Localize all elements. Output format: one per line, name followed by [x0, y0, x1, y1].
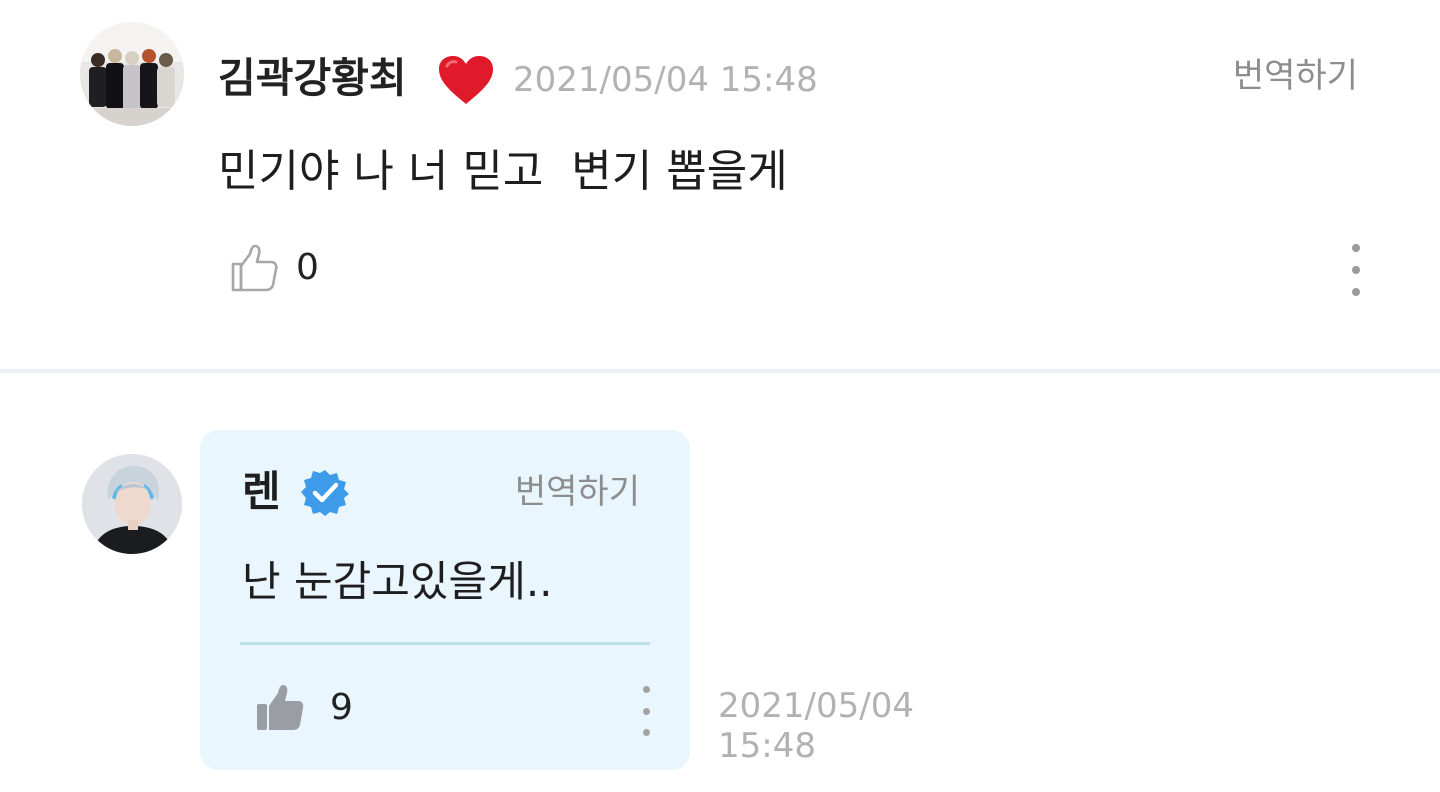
like-button[interactable]: 9 [254, 682, 353, 734]
reply-time: 15:48 [718, 726, 816, 766]
reply-divider [240, 642, 650, 645]
vertical-ellipsis-icon [642, 686, 650, 693]
reply-author-avatar[interactable] [82, 454, 182, 554]
vertical-ellipsis-icon [642, 729, 650, 736]
like-count: 0 [296, 247, 319, 288]
divider [0, 369, 1440, 373]
reply-card: 렌 번역하기 난 눈감고있을게.. 9 [200, 430, 690, 770]
comment-text: 민기야 나 너 믿고 변기 뽑을게 [218, 146, 788, 197]
like-button[interactable]: 0 [228, 242, 319, 294]
avatar-image [80, 22, 184, 126]
user-avatar[interactable] [80, 22, 184, 126]
reply-text: 난 눈감고있을게.. [242, 557, 553, 606]
translate-button[interactable]: 번역하기 [1233, 54, 1358, 98]
vertical-ellipsis-icon [1352, 266, 1360, 274]
more-options-button[interactable] [634, 686, 658, 736]
comment-timestamp: 2021/05/04 15:48 [513, 60, 818, 100]
red-heart-icon [439, 56, 493, 104]
thumbs-up-outline-icon [231, 244, 278, 292]
more-options-button[interactable] [1344, 244, 1368, 296]
like-count: 9 [330, 687, 353, 728]
comment-author-name[interactable]: 김곽강황최 [218, 50, 407, 106]
vertical-ellipsis-icon [642, 707, 650, 715]
vertical-ellipsis-icon [1352, 288, 1360, 296]
comment-thread: 김곽강황최 2021/05/04 15:48 번역하기 민기야 나 너 믿고 변… [0, 0, 1440, 792]
vertical-ellipsis-icon [1352, 244, 1360, 252]
reply-author-name[interactable]: 렌 [242, 464, 281, 520]
thumbs-up-filled-icon [257, 685, 304, 730]
avatar-image [82, 454, 182, 554]
reply-timestamp: 2021/05/04 15:48 [718, 686, 928, 766]
reply-date: 2021/05/04 [718, 686, 914, 726]
verified-badge-icon [301, 470, 349, 516]
translate-button[interactable]: 번역하기 [515, 470, 640, 514]
